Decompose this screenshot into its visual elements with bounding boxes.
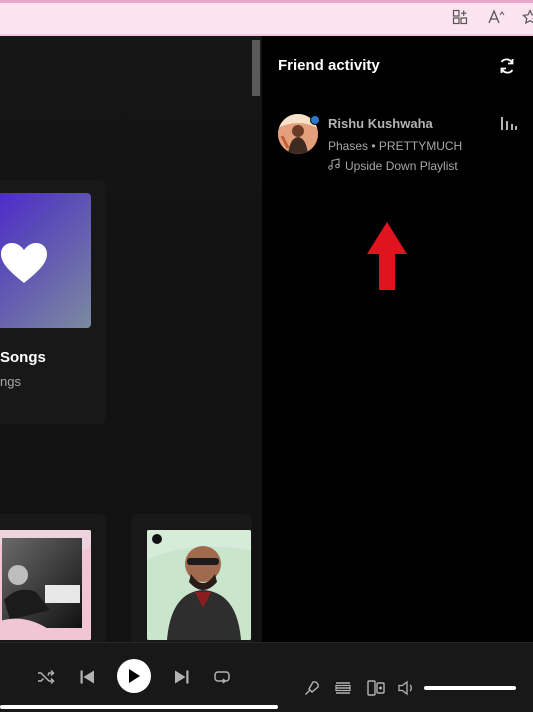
friend-playlist-label: Upside Down Playlist [345,159,458,173]
playlist-artwork [147,530,251,640]
play-icon [129,669,140,683]
friend-activity-title: Friend activity [278,57,380,74]
now-playing-equalizer-icon [501,117,517,130]
favorite-star-icon[interactable] [522,9,533,25]
queue-icon[interactable] [333,678,353,698]
extensions-icon[interactable] [452,9,468,25]
friend-playlist[interactable]: Upside Down Playlist [328,158,458,173]
browser-toolbar [0,0,533,36]
friend-activity-panel: Friend activity Rishu Kushwaha Phases • … [262,36,533,642]
playback-progress-bar[interactable] [0,705,278,709]
spotify-logo-icon [152,534,162,544]
volume-icon[interactable] [397,678,417,698]
next-icon[interactable] [172,667,192,687]
friend-activity-item[interactable]: Rishu Kushwaha Phases • PRETTYMUCH Upsid… [278,114,523,174]
friend-track[interactable]: Phases • PRETTYMUCH [328,139,462,153]
main-content: Songs ngs [0,36,262,642]
music-note-icon [328,158,340,170]
connect-device-icon[interactable] [366,678,386,698]
microphone-icon[interactable] [302,678,322,698]
annotation-arrow-icon [367,222,407,290]
play-button[interactable] [117,659,151,693]
friend-name[interactable]: Rishu Kushwaha [328,116,433,131]
liked-songs-subtitle: ngs [0,374,21,389]
heart-icon [1,243,47,283]
player-bar [0,642,533,712]
liked-songs-title: Songs [0,349,46,366]
volume-slider[interactable] [424,686,516,690]
playlist-artwork [0,530,91,640]
previous-icon[interactable] [77,667,97,687]
online-status-dot [310,115,320,125]
read-aloud-icon[interactable] [488,9,506,25]
scrollbar-thumb[interactable] [252,40,260,96]
shuffle-icon[interactable] [36,667,56,687]
repeat-icon[interactable] [212,667,232,687]
refresh-icon[interactable] [498,57,516,75]
